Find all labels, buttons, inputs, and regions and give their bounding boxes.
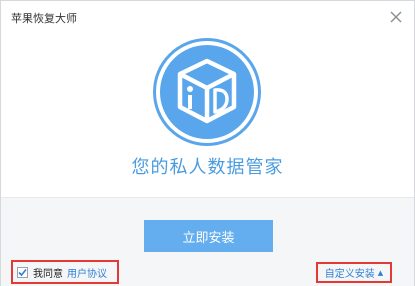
expand-arrow-icon: ▲ [377, 268, 384, 277]
title-bar: 苹果恢复大师 [1, 1, 414, 35]
footer-panel: 立即安装 我同意 用户协议 自定义安装 ▲ [1, 197, 414, 286]
close-icon [390, 11, 402, 23]
install-now-button[interactable]: 立即安装 [144, 220, 273, 252]
hero-section: 您的私人数据管家 [1, 35, 414, 195]
agree-label: 我同意 [33, 268, 63, 280]
tagline: 您的私人数据管家 [131, 157, 284, 178]
installer-window: 苹果恢复大师 您的私人数据管家 立即安装 我同意 用户协议 自定义安装 ▲ [0, 0, 415, 286]
checkmark-icon [18, 268, 27, 276]
custom-install-toggle[interactable]: 自定义安装 ▲ [316, 262, 392, 283]
agreement-area: 我同意 用户协议 [11, 260, 119, 284]
user-agreement-link[interactable]: 用户协议 [67, 265, 107, 280]
window-title: 苹果恢复大师 [11, 12, 77, 25]
agree-checkbox[interactable] [17, 266, 28, 278]
cube-logo-icon [153, 38, 261, 146]
close-button[interactable] [384, 5, 408, 29]
custom-install-label: 自定义安装 [324, 269, 375, 280]
